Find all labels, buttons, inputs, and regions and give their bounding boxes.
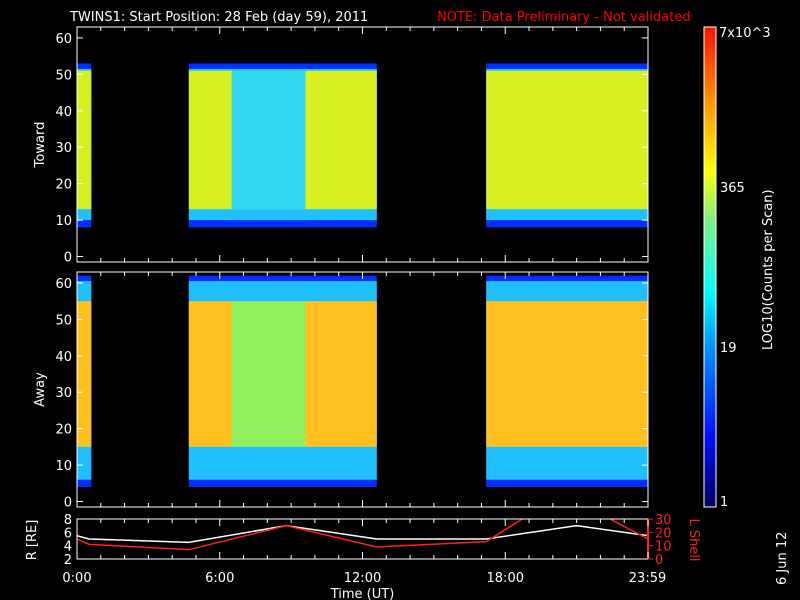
y-tick-label: 40	[55, 105, 72, 120]
y-tick-label: 10	[55, 459, 72, 474]
date-stamp: 6 Jun 12	[775, 532, 790, 585]
y-tick-label: 10	[55, 214, 72, 229]
y-tick-label: 60	[55, 277, 72, 292]
spectrogram-low-region	[231, 70, 306, 210]
preliminary-note: NOTE: Data Preliminary - Not validated	[437, 10, 691, 25]
y-left-tick-label: 2	[64, 553, 72, 568]
spectrogram-low-region	[231, 301, 306, 447]
y-tick-label: 60	[55, 32, 72, 47]
spectrogram-band-core	[486, 70, 648, 210]
spectrogram-band-core	[486, 301, 648, 447]
colorbar	[703, 26, 717, 508]
y-tick-label: 0	[64, 496, 72, 511]
x-tick-label: 0:00	[62, 571, 91, 586]
y-tick-label: 30	[55, 141, 72, 156]
y-left-tick-label: 6	[64, 526, 72, 541]
y-right-tick-label: 20	[655, 526, 672, 541]
x-tick-label: 23:59	[629, 571, 666, 586]
y-tick-label: 50	[55, 68, 72, 83]
colorbar-label: LOG10(Counts per Scan)	[761, 189, 776, 350]
y-left-tick-label: 8	[64, 513, 72, 528]
y-right-tick-label: 0	[655, 553, 663, 568]
y-right-tick-label: 10	[655, 540, 672, 555]
twins-spectrogram-figure: TWINS1: Start Position: 28 Feb (day 59),…	[25, 10, 790, 600]
y-tick-label: 40	[55, 350, 72, 365]
y-left-tick-label: 4	[64, 540, 72, 555]
y-tick-label: 20	[55, 178, 72, 193]
y-tick-label: 50	[55, 313, 72, 328]
x-tick-label: 18:00	[487, 571, 524, 586]
y-right-tick-label: 30	[655, 513, 672, 528]
x-axis-label: Time (UT)	[330, 587, 395, 600]
colorbar-tick-1: 1	[720, 495, 728, 510]
y-left-axis-label: R [RE]	[25, 520, 40, 561]
x-tick-label: 12:00	[344, 571, 381, 586]
plot-title: TWINS1: Start Position: 28 Feb (day 59),…	[69, 10, 368, 25]
y-right-axis-label: L Shell	[686, 518, 701, 561]
y-axis-label: Away	[33, 372, 48, 407]
colorbar-tick-top: 7x10^3	[719, 26, 771, 41]
series-line-r	[77, 524, 648, 544]
colorbar-tick-19: 19	[720, 341, 737, 356]
y-tick-label: 30	[55, 386, 72, 401]
spectrogram-band-core	[77, 301, 92, 447]
y-tick-label: 20	[55, 423, 72, 438]
y-tick-label: 0	[64, 251, 72, 266]
x-tick-label: 6:00	[205, 571, 234, 586]
spectrogram-band-core	[77, 70, 92, 210]
colorbar-tick-365: 365	[720, 181, 745, 196]
y-axis-label: Toward	[33, 122, 48, 169]
